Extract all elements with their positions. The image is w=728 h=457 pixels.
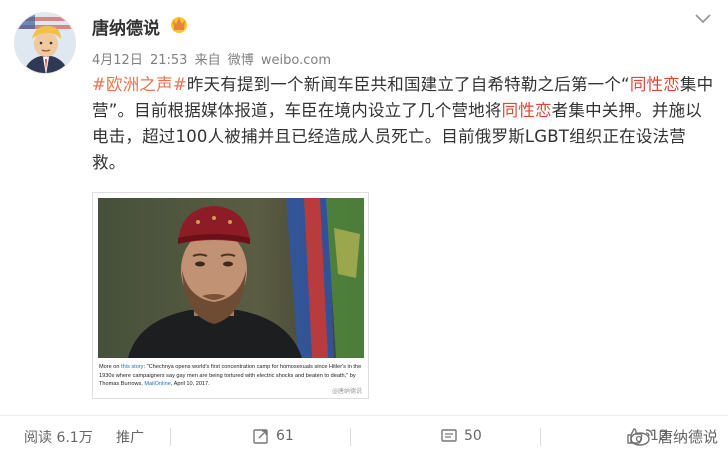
post-time[interactable]: 21:53 (150, 53, 187, 68)
author-name[interactable]: 唐纳德说 (92, 14, 160, 39)
source-prefix: 来自 (194, 53, 221, 68)
separator (540, 428, 541, 446)
promote-label: 推广 (116, 430, 144, 446)
comment-count: 50 (464, 428, 482, 444)
weibo-watermark: 唐纳德说 (629, 426, 718, 447)
post-date[interactable]: 4月12日 (92, 53, 143, 68)
repost-icon (253, 429, 268, 444)
post-text-1: 昨天有提到一个新闻车臣共和国建立了自希特勒之后第一个“ (186, 75, 630, 94)
caption-source-link[interactable]: MailOnline (144, 381, 170, 387)
promote-button[interactable]: 推广 (116, 427, 144, 447)
avatar[interactable] (14, 12, 76, 74)
caption-story-link[interactable]: this story (121, 364, 143, 370)
weibo-logo-icon (630, 428, 653, 446)
repost-count: 61 (276, 428, 294, 444)
comment-icon (441, 429, 457, 442)
source-name[interactable]: 微博 (228, 53, 254, 68)
comment-button[interactable]: 50 (440, 427, 482, 445)
caption-date: , April 10, 2017. (170, 381, 210, 387)
separator (350, 428, 351, 446)
image-caption: More on this story: "Chechnya opens worl… (99, 363, 363, 389)
chevron-down-icon[interactable] (694, 12, 712, 26)
caption-text: More on (99, 364, 122, 370)
news-photo (98, 198, 364, 358)
read-count: 阅读 6.1万 (24, 427, 93, 447)
divider (0, 415, 728, 416)
keyword-link[interactable]: 同性恋 (630, 75, 680, 94)
post-body: #欧洲之声#昨天有提到一个新闻车臣共和国建立了自希特勒之后第一个“同性恋集中营”… (92, 72, 718, 176)
post-image[interactable]: More on this story: "Chechnya opens worl… (92, 192, 369, 399)
image-watermark: @唐纳德说 (331, 388, 362, 395)
source-domain[interactable]: weibo.com (261, 53, 331, 68)
topic-link[interactable]: #欧洲之声# (92, 75, 187, 94)
cartoon-trump-avatar-icon (15, 13, 75, 73)
repost-button[interactable]: 61 (252, 427, 294, 445)
keyword-link[interactable]: 同性恋 (502, 101, 552, 120)
action-bar: 阅读 6.1万 推广 61 50 12 唐纳德说 (0, 418, 728, 457)
vip-crown-icon[interactable] (168, 14, 190, 34)
watermark-text: 唐纳德说 (657, 428, 718, 446)
portrait-photo-icon (98, 198, 364, 358)
post-meta: 4月12日 21:53 来自 微博 weibo.com (92, 49, 334, 68)
separator (170, 428, 171, 446)
read-count-label: 阅读 6.1万 (24, 430, 93, 446)
